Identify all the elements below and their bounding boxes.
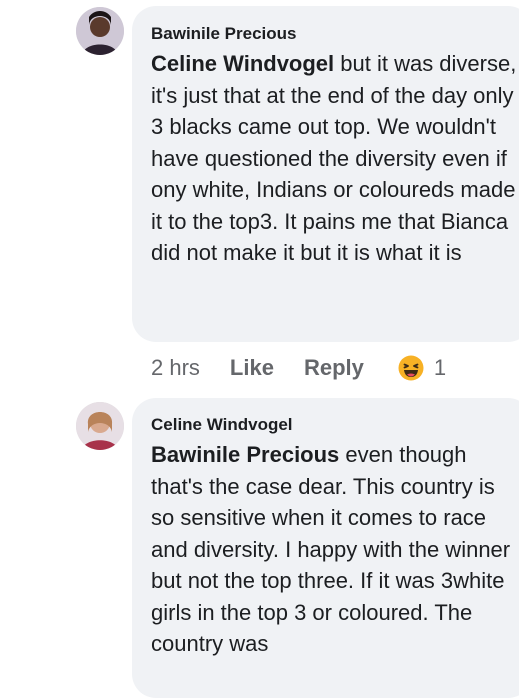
comment-bubble: Celine Windvogel Bawinile Precious even … xyxy=(132,398,519,698)
comment-1: Bawinile Precious Celine Windvogel but i… xyxy=(0,0,519,395)
like-button[interactable]: Like xyxy=(230,353,274,383)
profile-photo-icon xyxy=(76,402,124,450)
reply-button[interactable]: Reply xyxy=(304,353,364,383)
avatar[interactable] xyxy=(76,7,124,55)
comment-actions: 2 hrs Like Reply 1 xyxy=(151,353,446,383)
comment-body-text: but it was diverse, it's just that at th… xyxy=(151,51,517,265)
profile-photo-icon xyxy=(76,7,124,55)
avatar[interactable] xyxy=(76,402,124,450)
comment-author[interactable]: Bawinile Precious xyxy=(151,24,512,44)
reaction-count[interactable]: 1 xyxy=(434,353,446,383)
comment-2: Celine Windvogel Bawinile Precious even … xyxy=(0,395,519,698)
comment-body-text: even though that's the case dear. This c… xyxy=(151,442,511,656)
comment-bubble: Bawinile Precious Celine Windvogel but i… xyxy=(132,6,519,342)
comment-author[interactable]: Celine Windvogel xyxy=(151,415,512,435)
mention-link[interactable]: Bawinile Precious xyxy=(151,442,339,467)
haha-reaction-icon[interactable] xyxy=(398,355,424,381)
mention-link[interactable]: Celine Windvogel xyxy=(151,51,334,76)
comment-text: Celine Windvogel but it was diverse, it'… xyxy=(151,48,519,269)
comment-text: Bawinile Precious even though that's the… xyxy=(151,439,519,660)
timestamp[interactable]: 2 hrs xyxy=(151,353,200,383)
